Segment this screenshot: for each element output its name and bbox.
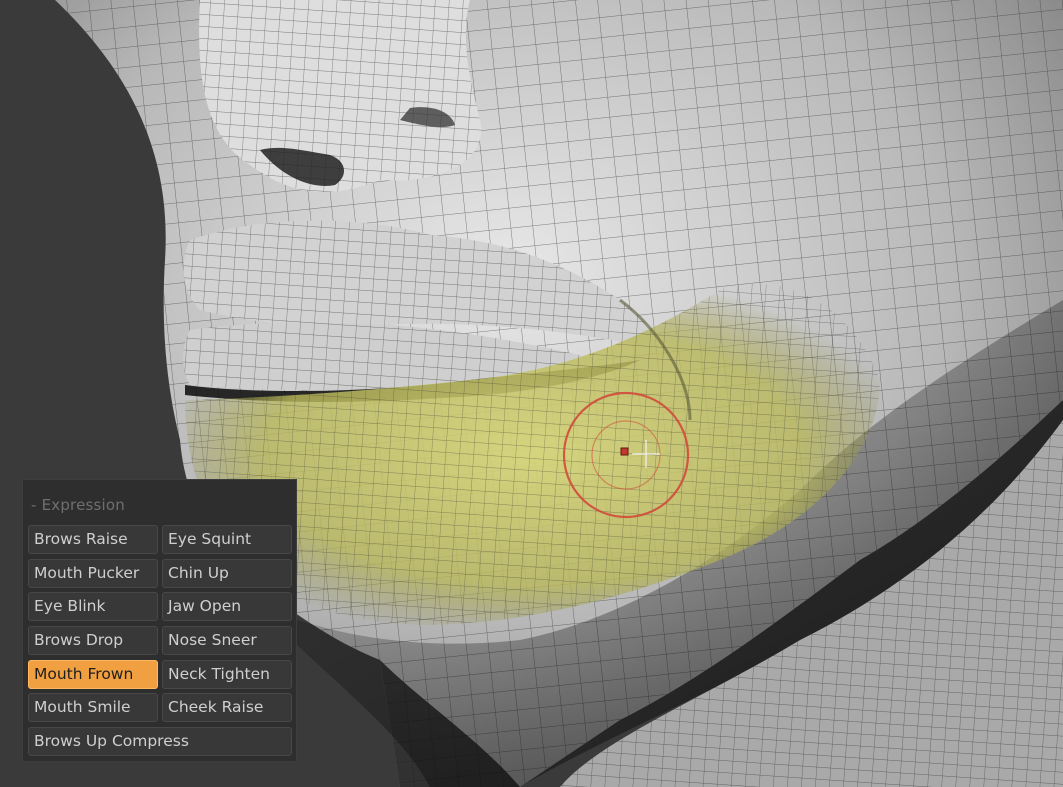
mouth-pucker-button[interactable]: Mouth Pucker bbox=[28, 559, 158, 588]
neck-tighten-button[interactable]: Neck Tighten bbox=[162, 660, 292, 689]
cheek-raise-button[interactable]: Cheek Raise bbox=[162, 693, 292, 722]
eye-squint-button[interactable]: Eye Squint bbox=[162, 525, 292, 554]
nose-sneer-button[interactable]: Nose Sneer bbox=[162, 626, 292, 655]
panel-header[interactable]: - Expression bbox=[31, 496, 125, 514]
brows-raise-button[interactable]: Brows Raise bbox=[28, 525, 158, 554]
brows-drop-button[interactable]: Brows Drop bbox=[28, 626, 158, 655]
chin-up-button[interactable]: Chin Up bbox=[162, 559, 292, 588]
brows-up-compress-button[interactable]: Brows Up Compress bbox=[28, 727, 292, 756]
expression-panel: - Expression Brows Raise Eye Squint Mout… bbox=[22, 479, 297, 762]
mouth-smile-button[interactable]: Mouth Smile bbox=[28, 693, 158, 722]
eye-blink-button[interactable]: Eye Blink bbox=[28, 592, 158, 621]
jaw-open-button[interactable]: Jaw Open bbox=[162, 592, 292, 621]
mouth-frown-button[interactable]: Mouth Frown bbox=[28, 660, 158, 689]
